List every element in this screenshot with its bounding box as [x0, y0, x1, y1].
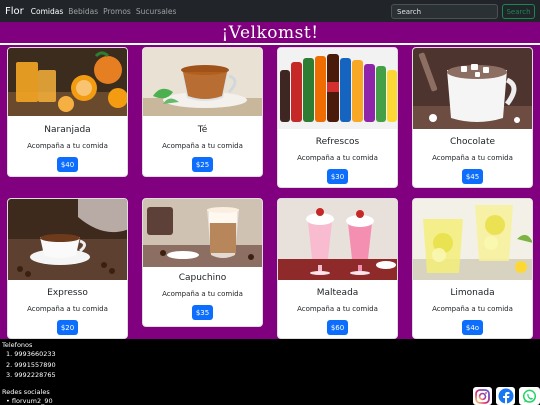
- card-title: Malteada: [316, 288, 359, 298]
- nav-link-bebidas[interactable]: Bebidas: [68, 7, 98, 16]
- card-text: Acompaña a tu comida: [27, 305, 108, 313]
- nav-link-sucursales[interactable]: Sucursales: [136, 7, 177, 16]
- card-title: Limonada: [450, 288, 495, 298]
- limonada-image: [413, 199, 532, 280]
- price-button[interactable]: $25: [191, 157, 214, 172]
- card-text: Acompaña a tu comida: [27, 142, 108, 150]
- card-title: Capuchino: [178, 273, 227, 283]
- social-item: • florvum2_90: [6, 397, 53, 405]
- malteada-image: [278, 199, 397, 280]
- card-text: Acompaña a tu comida: [432, 154, 513, 162]
- search-button[interactable]: Search: [502, 4, 535, 19]
- card-title: Refrescos: [315, 137, 360, 147]
- card-title: Naranjada: [44, 125, 91, 135]
- card-text: Acompaña a tu comida: [162, 142, 243, 150]
- card-title: Té: [197, 125, 208, 135]
- welcome-banner: ¡Velkomst!: [0, 22, 540, 45]
- price-button[interactable]: $35: [191, 305, 214, 320]
- product-card-malteada: Malteada Acompaña a tu comida $60: [277, 198, 398, 339]
- product-grid: Naranjada Acompaña a tu comida $40 Té Ac…: [0, 45, 540, 339]
- product-card-naranjada: Naranjada Acompaña a tu comida $40: [7, 47, 128, 177]
- phone-item: 1. 9993660233: [6, 350, 56, 358]
- product-card-te: Té Acompaña a tu comida $25: [142, 47, 263, 177]
- facebook-icon[interactable]: [496, 387, 515, 405]
- card-text: Acompaña a tu comida: [297, 305, 378, 313]
- te-image: [143, 48, 262, 116]
- navbar: Flor Comidas Bebidas Promos Sucursales S…: [0, 0, 540, 22]
- brand-logo[interactable]: Flor: [5, 6, 24, 17]
- instagram-icon[interactable]: [473, 387, 492, 405]
- product-card-expresso: Expresso Acompaña a tu comida $20: [7, 198, 128, 339]
- social-title: Redes sociales: [2, 388, 50, 396]
- nav-link-promos[interactable]: Promos: [103, 7, 131, 16]
- card-title: Expresso: [47, 288, 88, 298]
- card-text: Acompaña a tu comida: [162, 290, 243, 298]
- product-card-capuchino: Capuchino Acompaña a tu comida $35: [142, 198, 263, 327]
- phone-item: 3. 9992228765: [6, 371, 56, 379]
- phones-list: 1. 9993660233 2. 9991557890 3. 999222876…: [6, 349, 56, 381]
- banner-title: ¡Velkomst!: [221, 22, 319, 43]
- footer: Telefonos 1. 9993660233 2. 9991557890 3.…: [0, 339, 540, 405]
- search-input[interactable]: [391, 4, 498, 19]
- price-button[interactable]: $45: [461, 169, 484, 184]
- price-button[interactable]: $30: [326, 169, 349, 184]
- card-title: Chocolate: [449, 137, 496, 147]
- refrescos-image: [278, 48, 397, 129]
- card-text: Acompaña a tu comida: [297, 154, 378, 162]
- price-button[interactable]: $20: [56, 320, 79, 335]
- chocolate-image: [413, 48, 532, 129]
- product-card-refrescos: Refrescos Acompaña a tu comida $30: [277, 47, 398, 188]
- price-button[interactable]: $40: [56, 157, 79, 172]
- naranjada-image: [8, 48, 127, 116]
- price-button[interactable]: $60: [326, 320, 349, 335]
- price-button[interactable]: $4o: [461, 320, 484, 335]
- product-card-limonada: Limonada Acompaña a tu comida $4o: [412, 198, 533, 339]
- expresso-image: [8, 199, 127, 280]
- whatsapp-icon[interactable]: [519, 387, 540, 405]
- social-list: • florvum2_90: [6, 396, 53, 405]
- product-card-chocolate: Chocolate Acompaña a tu comida $45: [412, 47, 533, 188]
- nav-link-comidas[interactable]: Comidas: [31, 7, 63, 16]
- phones-title: Telefonos: [2, 341, 33, 349]
- phone-item: 2. 9991557890: [6, 360, 56, 369]
- card-text: Acompaña a tu comida: [432, 305, 513, 313]
- capuchino-image: [143, 199, 262, 267]
